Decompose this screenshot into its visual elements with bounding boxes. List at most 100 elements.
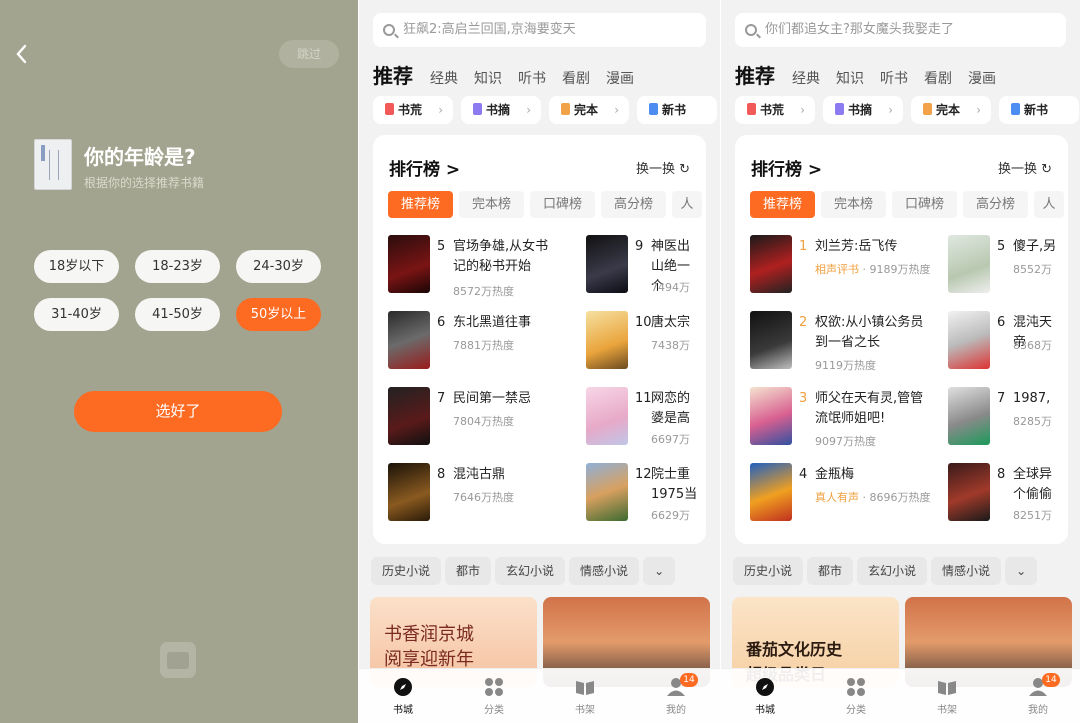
tab-recommend[interactable]: 推荐 <box>735 60 775 89</box>
book-item[interactable]: 8 混沌古鼎 7646万热度 <box>388 463 548 523</box>
nav-profile[interactable]: 14 我的 <box>1008 673 1068 716</box>
tab-classic[interactable]: 经典 <box>430 68 458 88</box>
category-fantasy[interactable]: 玄幻小说 <box>495 557 566 585</box>
rank-tab-completed[interactable]: 完本榜 <box>821 191 886 218</box>
ranking-card: 排行榜 > 换一换 ↻ 推荐榜 完本榜 口碑榜 高分榜人 1 刘兰芳:岳飞传 相声评书 ·… <box>735 135 1068 544</box>
book-item[interactable]: 6 混沌天帝 8368万 <box>948 311 1068 371</box>
book-title: 1987, <box>1013 391 1051 406</box>
tab-drama[interactable]: 看剧 <box>924 68 952 88</box>
tab-knowledge[interactable]: 知识 <box>836 68 864 88</box>
book-item[interactable]: 1 刘兰芳:岳飞传 相声评书 · 9189万热度 <box>750 235 940 295</box>
book-item[interactable]: 5 官场争雄,从女书记的秘书开始 8572万热度 <box>388 235 548 298</box>
age-option-24-30[interactable]: 24-30岁 <box>236 250 321 283</box>
rank-number: 6 <box>997 315 1006 330</box>
book-cover <box>948 311 990 369</box>
nav-bookstore[interactable]: 书城 <box>735 677 795 716</box>
chip-book-shortage[interactable]: 书荒 › <box>735 96 815 124</box>
book-icon <box>34 139 72 190</box>
category-fantasy[interactable]: 玄幻小说 <box>857 557 928 585</box>
book-item[interactable]: 6 东北黑道往事 7881万热度 <box>388 311 548 371</box>
age-option-under-18[interactable]: 18岁以下 <box>34 250 119 283</box>
chip-new[interactable]: 新书 <box>637 96 717 124</box>
rank-tab-completed[interactable]: 完本榜 <box>459 191 524 218</box>
category-expand[interactable]: ⌄ <box>643 557 676 585</box>
book-title: 刘兰芳:岳飞传 <box>815 239 898 254</box>
nav-category[interactable]: 分类 <box>826 677 886 716</box>
search-bar[interactable]: 你们都追女主?那女魔头我娶走了 <box>735 13 1066 47</box>
book-item[interactable]: 11 网恋的婆是高 6697万 <box>586 387 706 447</box>
rank-number: 1 <box>799 239 808 254</box>
book-item[interactable]: 8 全球异个偷偷 8251万 <box>948 463 1068 523</box>
age-option-31-40[interactable]: 31-40岁 <box>34 298 119 331</box>
book-cover <box>750 387 792 445</box>
book-item[interactable]: 9 神医出山绝一个 7494万 <box>586 235 706 295</box>
bookstore-screen-2: 你们都追女主?那女魔头我娶走了 推荐 经典 知识 听书 看剧 漫画 书荒 › 书摘 › 完本 › 新书… <box>721 0 1080 723</box>
chevron-down-icon: ⌄ <box>1016 564 1027 578</box>
book-item[interactable]: 7 民间第一禁忌 7804万热度 <box>388 387 548 447</box>
back-arrow-icon[interactable] <box>14 44 30 64</box>
confirm-button[interactable]: 选好了 <box>74 391 282 432</box>
rank-tab-more[interactable]: 人 <box>672 191 702 218</box>
book-item[interactable]: 12 院士重1975当 6629万 <box>586 463 706 523</box>
chip-completed[interactable]: 完本 › <box>549 96 629 124</box>
grid-icon <box>485 678 503 696</box>
tab-comic[interactable]: 漫画 <box>968 68 996 88</box>
book-item[interactable]: 2 权欲:从小镇公务员到一省之长 9119万热度 <box>750 311 940 372</box>
book-item[interactable]: 10 唐太宗 7438万 <box>586 311 706 371</box>
radio-icon[interactable] <box>160 642 196 678</box>
tab-knowledge[interactable]: 知识 <box>474 68 502 88</box>
category-history[interactable]: 历史小说 <box>371 557 442 585</box>
chip-completed[interactable]: 完本 › <box>911 96 991 124</box>
age-option-over-50[interactable]: 50岁以上 <box>236 298 321 331</box>
refresh-button[interactable]: 换一换 ↻ <box>636 158 690 177</box>
nav-profile[interactable]: 14 我的 <box>646 673 706 716</box>
tab-comic[interactable]: 漫画 <box>606 68 634 88</box>
nav-bookstore[interactable]: 书城 <box>373 677 433 716</box>
ranking-title[interactable]: 排行榜 > <box>751 155 822 180</box>
heat-value: · 9189万热度 <box>862 263 931 276</box>
book-icon <box>923 103 932 115</box>
category-romance[interactable]: 情感小说 <box>569 557 640 585</box>
rank-tab-high-score[interactable]: 高分榜 <box>601 191 666 218</box>
nav-category[interactable]: 分类 <box>464 677 524 716</box>
book-heat: 8285万 <box>1013 415 1052 428</box>
chip-excerpt[interactable]: 书摘 › <box>823 96 903 124</box>
skip-button[interactable]: 跳过 <box>279 40 339 68</box>
category-urban[interactable]: 都市 <box>807 557 854 585</box>
nav-bookshelf[interactable]: 书架 <box>917 677 977 716</box>
tab-audiobook[interactable]: 听书 <box>518 68 546 88</box>
rank-number: 8 <box>437 467 446 482</box>
refresh-button[interactable]: 换一换 ↻ <box>998 158 1052 177</box>
chip-label: 书荒 <box>398 103 423 117</box>
chip-book-shortage[interactable]: 书荒 › <box>373 96 453 124</box>
ranking-title[interactable]: 排行榜 > <box>389 155 460 180</box>
rank-tab-recommend[interactable]: 推荐榜 <box>750 191 815 218</box>
chip-new[interactable]: 新书 <box>999 96 1079 124</box>
chip-excerpt[interactable]: 书摘 › <box>461 96 541 124</box>
rank-tab-more[interactable]: 人 <box>1034 191 1064 218</box>
nav-bookshelf[interactable]: 书架 <box>555 677 615 716</box>
category-romance[interactable]: 情感小说 <box>931 557 1002 585</box>
rank-tab-high-score[interactable]: 高分榜 <box>963 191 1028 218</box>
category-history[interactable]: 历史小说 <box>733 557 804 585</box>
search-bar[interactable]: 狂飙2:高启兰回国,京海要变天 <box>373 13 706 47</box>
category-expand[interactable]: ⌄ <box>1005 557 1038 585</box>
rank-tab-reputation[interactable]: 口碑榜 <box>530 191 595 218</box>
book-title: 民间第一禁忌 <box>453 391 532 406</box>
tab-recommend[interactable]: 推荐 <box>373 60 413 89</box>
tab-audiobook[interactable]: 听书 <box>880 68 908 88</box>
ranking-card: 排行榜 > 换一换 ↻ 推荐榜 完本榜 口碑榜 高分榜人 5 官场争雄,从女书记的秘书开… <box>373 135 706 544</box>
tab-drama[interactable]: 看剧 <box>562 68 590 88</box>
category-urban[interactable]: 都市 <box>445 557 492 585</box>
book-title: 金瓶梅 <box>815 467 855 482</box>
book-item[interactable]: 3 师父在天有灵,管管流氓师姐吧! 9097万热度 <box>750 387 940 448</box>
age-option-41-50[interactable]: 41-50岁 <box>135 298 220 331</box>
rank-tab-reputation[interactable]: 口碑榜 <box>892 191 957 218</box>
book-item[interactable]: 5 傻子,另 8552万 <box>948 235 1068 295</box>
book-heat: 真人有声 · 8696万热度 <box>815 489 931 505</box>
rank-tab-recommend[interactable]: 推荐榜 <box>388 191 453 218</box>
book-item[interactable]: 4 金瓶梅 真人有声 · 8696万热度 <box>750 463 940 523</box>
book-item[interactable]: 7 1987, 8285万 <box>948 387 1068 447</box>
age-option-18-23[interactable]: 18-23岁 <box>135 250 220 283</box>
tab-classic[interactable]: 经典 <box>792 68 820 88</box>
